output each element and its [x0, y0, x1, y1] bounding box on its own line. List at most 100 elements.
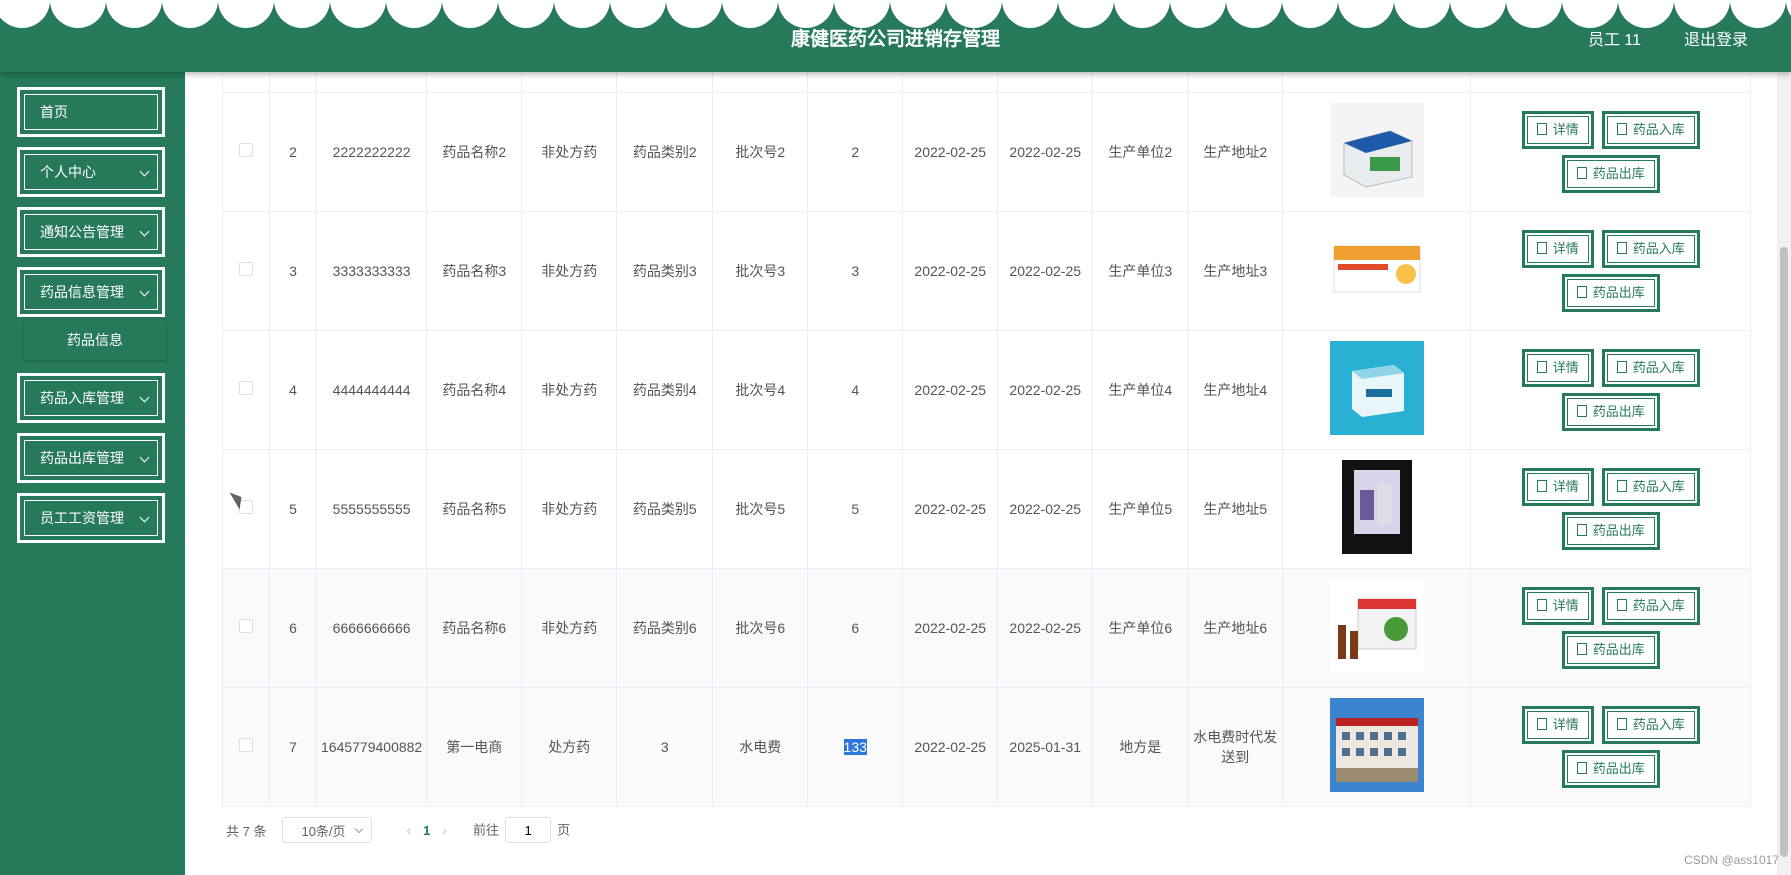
- category-cell: 药品类别2: [616, 92, 714, 212]
- detail-button[interactable]: 详情: [1521, 468, 1594, 506]
- detail-button[interactable]: 详情: [1521, 349, 1594, 387]
- category-cell: 药品类别3: [616, 211, 714, 331]
- row-checkbox[interactable]: [239, 738, 253, 752]
- scrollbar-thumb[interactable]: [1780, 247, 1788, 857]
- sidebar-item-label: 员工工资管理: [40, 510, 124, 526]
- batch-cell-text: 批次号2: [735, 144, 786, 160]
- page-number[interactable]: 1: [423, 823, 430, 838]
- batch-cell-text: 批次号3: [735, 263, 786, 279]
- prev-page-icon[interactable]: ‹: [406, 822, 411, 838]
- stock-out-button[interactable]: 药品出库: [1561, 274, 1660, 312]
- sidebar-item-profile[interactable]: 个人中心: [17, 147, 165, 197]
- next-page-icon[interactable]: ›: [442, 822, 447, 838]
- stock-out-button-label: 药品出库: [1592, 523, 1645, 538]
- otc-cell: 非处方药: [521, 211, 618, 331]
- sidebar-item-drug-info[interactable]: 药品信息管理: [17, 267, 165, 317]
- image-cell: [1282, 687, 1472, 807]
- stock-in-button[interactable]: 药品入库: [1601, 706, 1700, 744]
- stock-in-button[interactable]: 药品入库: [1601, 468, 1700, 506]
- detail-button-label: 详情: [1552, 717, 1579, 732]
- index-cell: 4: [269, 330, 317, 450]
- stock-out-button[interactable]: 药品出库: [1561, 512, 1660, 550]
- detail-button-label: 详情: [1552, 241, 1579, 256]
- sidebar-item-salary[interactable]: 员工工资管理: [17, 493, 165, 543]
- sidebar: 首页 个人中心 通知公告管理 药品信息管理 药品信息 药品入库管理 药品出库管理…: [0, 72, 185, 875]
- code-cell-text: 1645779400882: [321, 739, 423, 755]
- logout-link[interactable]: 退出登录: [1684, 26, 1748, 50]
- detail-button[interactable]: 详情: [1521, 587, 1594, 625]
- document-icon: [1576, 167, 1587, 179]
- drug-image: [1329, 221, 1424, 319]
- sidebar-item-home[interactable]: 首页: [17, 87, 165, 137]
- code-cell-text: 4444444444: [332, 382, 411, 398]
- code-cell: 2222222222: [315, 92, 428, 212]
- quantity-cell: 2: [807, 92, 904, 212]
- address-cell-text: 生产地址4: [1203, 382, 1268, 398]
- otc-cell: 非处方药: [521, 449, 618, 569]
- image-cell: [1282, 211, 1472, 331]
- vertical-scrollbar[interactable]: [1777, 72, 1791, 875]
- production-date-cell-text: 2022-02-25: [914, 263, 987, 279]
- code-cell-text: 2222222222: [332, 144, 411, 160]
- detail-button[interactable]: 详情: [1521, 111, 1594, 149]
- sidebar-item-notices[interactable]: 通知公告管理: [17, 207, 165, 257]
- expiry-date-cell: 2022-02-25: [997, 568, 1094, 688]
- table-row: 7 1645779400882 第一电商 处方药 3 水电费 133 2022-02-25 20…: [222, 687, 1752, 807]
- detail-button-label: 详情: [1552, 360, 1579, 375]
- otc-cell: 非处方药: [521, 92, 618, 212]
- total-count: 共 7 条: [226, 823, 267, 839]
- stock-out-button-label: 药品出库: [1592, 166, 1645, 181]
- sidebar-item-stock-in[interactable]: 药品入库管理: [17, 373, 165, 423]
- document-icon: [1536, 242, 1547, 254]
- document-icon: [1536, 361, 1547, 373]
- quantity-cell: 3: [807, 211, 904, 331]
- sidebar-item-stock-out[interactable]: 药品出库管理: [17, 433, 165, 483]
- stock-out-button[interactable]: 药品出库: [1561, 393, 1660, 431]
- row-checkbox[interactable]: [239, 619, 253, 633]
- production-date-cell-text: 2022-02-25: [914, 620, 987, 636]
- stock-in-button[interactable]: 药品入库: [1601, 587, 1700, 625]
- document-icon: [1536, 599, 1547, 611]
- stock-in-button[interactable]: 药品入库: [1601, 349, 1700, 387]
- address-cell-text: 生产地址2: [1203, 144, 1268, 160]
- page-size-select[interactable]: 10条/页: [282, 817, 373, 843]
- production-date-cell-text: 2022-02-25: [914, 382, 987, 398]
- index-cell: 6: [269, 568, 317, 688]
- goto-page-input[interactable]: [505, 817, 552, 843]
- category-cell-text: 药品类别6: [632, 620, 697, 636]
- row-checkbox[interactable]: [239, 143, 253, 157]
- code-cell: 5555555555: [315, 449, 428, 569]
- sidebar-subitem-drug-info[interactable]: 药品信息: [24, 320, 166, 360]
- batch-cell-text: 水电费: [739, 739, 782, 755]
- index-cell: 7: [269, 687, 317, 807]
- name-cell: 药品名称5: [426, 449, 523, 569]
- stock-in-button[interactable]: 药品入库: [1601, 230, 1700, 268]
- stock-out-button[interactable]: 药品出库: [1561, 631, 1660, 669]
- address-cell: 生产地址2: [1187, 92, 1284, 212]
- image-cell: [1282, 449, 1472, 569]
- category-cell: 药品类别5: [616, 449, 714, 569]
- production-date-cell: 2022-02-25: [902, 449, 999, 569]
- batch-cell: 批次号5: [712, 449, 809, 569]
- detail-button[interactable]: 详情: [1521, 706, 1594, 744]
- index-cell: 3: [269, 211, 317, 331]
- table-row: 5 5555555555 药品名称5 非处方药 药品类别5 批次号5 5 2022-02-25…: [222, 449, 1752, 569]
- document-icon: [1576, 524, 1587, 536]
- row-checkbox[interactable]: [239, 262, 253, 276]
- expiry-date-cell-text: 2022-02-25: [1009, 620, 1082, 636]
- index-cell: 5: [269, 449, 317, 569]
- row-checkbox[interactable]: [239, 381, 253, 395]
- category-cell: 药品类别6: [616, 568, 714, 688]
- drug-table: 2 2222222222 药品名称2 非处方药 药品类别2 批次号2 2 2022-02-25…: [222, 0, 1752, 807]
- stock-in-button[interactable]: 药品入库: [1601, 111, 1700, 149]
- stock-in-button-label: 药品入库: [1632, 717, 1685, 732]
- index-cell-text: 7: [289, 739, 297, 755]
- stock-out-button[interactable]: 药品出库: [1561, 155, 1660, 193]
- stock-out-button[interactable]: 药品出库: [1561, 750, 1660, 788]
- address-cell: 生产地址3: [1187, 211, 1284, 331]
- detail-button[interactable]: 详情: [1521, 230, 1594, 268]
- otc-cell-text: 非处方药: [541, 144, 598, 160]
- expiry-date-cell-text: 2022-02-25: [1009, 263, 1082, 279]
- expiry-date-cell: 2022-02-25: [997, 449, 1094, 569]
- batch-cell: 批次号3: [712, 211, 809, 331]
